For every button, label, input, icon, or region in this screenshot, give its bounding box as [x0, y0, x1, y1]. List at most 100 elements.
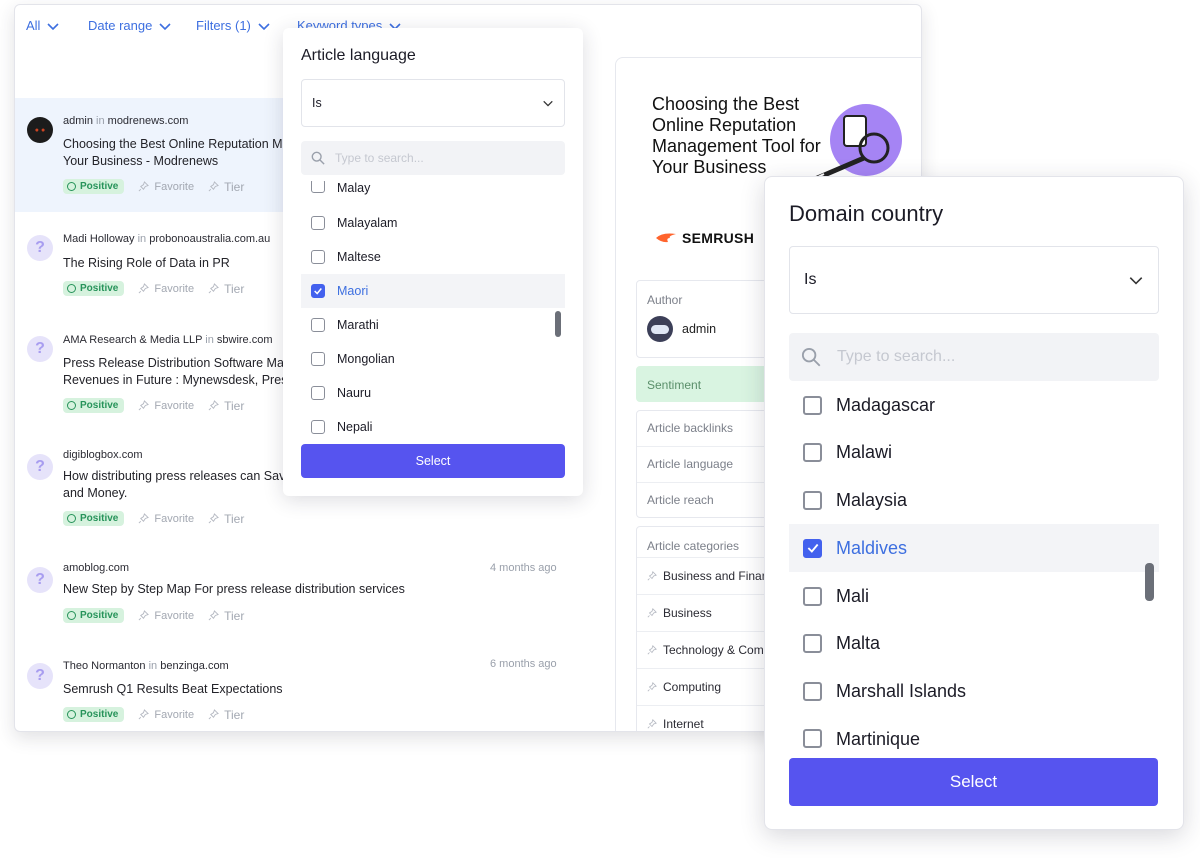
operator-select[interactable]: Is: [301, 79, 565, 127]
feed-meta: digiblogbox.com: [63, 449, 143, 461]
article-language-dropdown: Article language Is Type to search... Ma…: [283, 28, 583, 496]
checkbox[interactable]: [311, 352, 325, 366]
feed-title-line: Choosing the Best Online Reputation Ma: [63, 137, 290, 151]
sentiment-badge[interactable]: Positive: [63, 608, 125, 623]
feed-item[interactable]: ? amoblog.com 4 months ago New Step by S…: [15, 553, 575, 643]
option-item[interactable]: Martinique: [789, 715, 1159, 749]
category-row[interactable]: Technology & Com: [637, 631, 777, 667]
feed-title-line: The Rising Role of Data in PR: [63, 256, 230, 270]
category-row[interactable]: Computing: [637, 668, 777, 704]
category-row[interactable]: Business: [637, 594, 777, 630]
option-item[interactable]: Marathi: [301, 308, 565, 342]
tier-button[interactable]: Tier: [208, 399, 244, 413]
select-button[interactable]: Select: [789, 758, 1158, 806]
feed-item[interactable]: ? digiblogbox.com How distributing press…: [15, 439, 285, 539]
favorite-button[interactable]: Favorite: [138, 513, 194, 525]
category-row[interactable]: Business and Finan: [637, 557, 777, 593]
option-item[interactable]: Maori: [301, 274, 565, 308]
favorite-button[interactable]: Favorite: [138, 610, 194, 622]
favorite-button[interactable]: Favorite: [138, 283, 194, 295]
article-hero-title: Choosing the Best Online Reputation Mana…: [652, 94, 821, 177]
sentiment-badge[interactable]: Positive: [63, 511, 125, 526]
feed-source[interactable]: digiblogbox.com: [63, 449, 143, 461]
search-input[interactable]: Type to search...: [301, 141, 565, 175]
check-icon: [807, 543, 818, 553]
feed-title[interactable]: The Rising Role of Data in PR: [63, 255, 230, 272]
option-item[interactable]: Malawi: [789, 428, 1159, 476]
operator-select[interactable]: Is: [789, 246, 1159, 314]
sentiment-badge[interactable]: Positive: [63, 281, 125, 296]
option-item[interactable]: Madagascar: [789, 381, 1159, 429]
option-item[interactable]: Malayalam: [301, 206, 565, 240]
option-item[interactable]: Nauru: [301, 376, 565, 410]
checkbox[interactable]: [311, 386, 325, 400]
feed-item[interactable]: ● ● admin in modrenews.com Choosing the …: [15, 98, 290, 212]
feed-source[interactable]: modrenews.com: [108, 115, 189, 127]
search-input[interactable]: Type to search...: [789, 333, 1159, 381]
checkbox[interactable]: [803, 633, 822, 653]
option-item[interactable]: Malaysia: [789, 476, 1159, 524]
filter-all[interactable]: All: [26, 18, 60, 33]
feed-source[interactable]: benzinga.com: [160, 660, 229, 672]
feed-tags: Positive Favorite Tier: [63, 707, 244, 722]
option-item[interactable]: Marshall Islands: [789, 667, 1159, 715]
option-item[interactable]: Mali: [789, 572, 1159, 620]
author-name[interactable]: admin: [682, 322, 716, 336]
feed-title[interactable]: New Step by Step Map For press release d…: [63, 581, 405, 598]
favorite-button[interactable]: Favorite: [138, 400, 194, 412]
checkbox[interactable]: [311, 216, 325, 230]
avatar: ● ●: [27, 117, 53, 143]
category-row[interactable]: Internet: [637, 705, 777, 731]
tier-button[interactable]: Tier: [208, 708, 244, 722]
checkbox[interactable]: [311, 181, 325, 193]
avatar: ?: [27, 235, 53, 261]
filter-filters[interactable]: Filters (1): [196, 18, 271, 33]
sentiment-badge[interactable]: Positive: [63, 179, 125, 194]
feed-title[interactable]: Choosing the Best Online Reputation Ma Y…: [63, 136, 290, 170]
favorite-button[interactable]: Favorite: [138, 709, 194, 721]
scrollbar-thumb[interactable]: [555, 311, 561, 337]
feed-source[interactable]: sbwire.com: [217, 334, 273, 346]
feed-title[interactable]: How distributing press releases can Sav …: [63, 468, 285, 502]
sentiment-field[interactable]: Sentiment: [636, 366, 776, 402]
tier-button[interactable]: Tier: [208, 282, 244, 296]
scrollbar-thumb[interactable]: [1145, 563, 1154, 601]
checkbox[interactable]: [803, 681, 822, 701]
option-item[interactable]: Maltese: [301, 240, 565, 274]
checkbox[interactable]: [803, 442, 822, 462]
filter-date-range[interactable]: Date range: [88, 18, 172, 33]
smile-icon: [67, 401, 76, 410]
option-item[interactable]: Malay: [301, 181, 565, 197]
select-button[interactable]: Select: [301, 444, 565, 478]
tier-button[interactable]: Tier: [208, 180, 244, 194]
chevron-down-icon: [258, 22, 270, 30]
option-item[interactable]: Maldives: [789, 524, 1159, 572]
category-label: Internet: [663, 716, 704, 731]
checkbox[interactable]: [311, 420, 325, 434]
pin-icon: [138, 513, 150, 524]
feed-item[interactable]: ? Theo Normanton in benzinga.com 6 month…: [15, 653, 575, 731]
sentiment-label: Positive: [80, 400, 119, 411]
tier-button[interactable]: Tier: [208, 512, 244, 526]
feed-item[interactable]: ? AMA Research & Media LLP in sbwire.com…: [15, 323, 294, 431]
option-item[interactable]: Nepali: [301, 410, 565, 444]
option-item[interactable]: Malta: [789, 619, 1159, 667]
feed-source[interactable]: amoblog.com: [63, 562, 129, 574]
feed-title[interactable]: Press Release Distribution Software Ma R…: [63, 355, 294, 389]
checkbox[interactable]: [803, 586, 822, 606]
feed-title[interactable]: Semrush Q1 Results Beat Expectations: [63, 681, 283, 698]
checkbox[interactable]: [803, 395, 822, 415]
option-item[interactable]: Mongolian: [301, 342, 565, 376]
checkbox[interactable]: [311, 284, 325, 298]
sentiment-badge[interactable]: Positive: [63, 707, 125, 722]
tier-button[interactable]: Tier: [208, 609, 244, 623]
feed-item[interactable]: ? Madi Holloway in probonoaustralia.com.…: [15, 223, 285, 315]
checkbox[interactable]: [803, 729, 822, 748]
checkbox[interactable]: [803, 538, 822, 558]
checkbox[interactable]: [311, 318, 325, 332]
checkbox[interactable]: [803, 490, 822, 510]
feed-source[interactable]: probonoaustralia.com.au: [149, 233, 270, 245]
sentiment-badge[interactable]: Positive: [63, 398, 125, 413]
checkbox[interactable]: [311, 250, 325, 264]
favorite-button[interactable]: Favorite: [138, 181, 194, 193]
